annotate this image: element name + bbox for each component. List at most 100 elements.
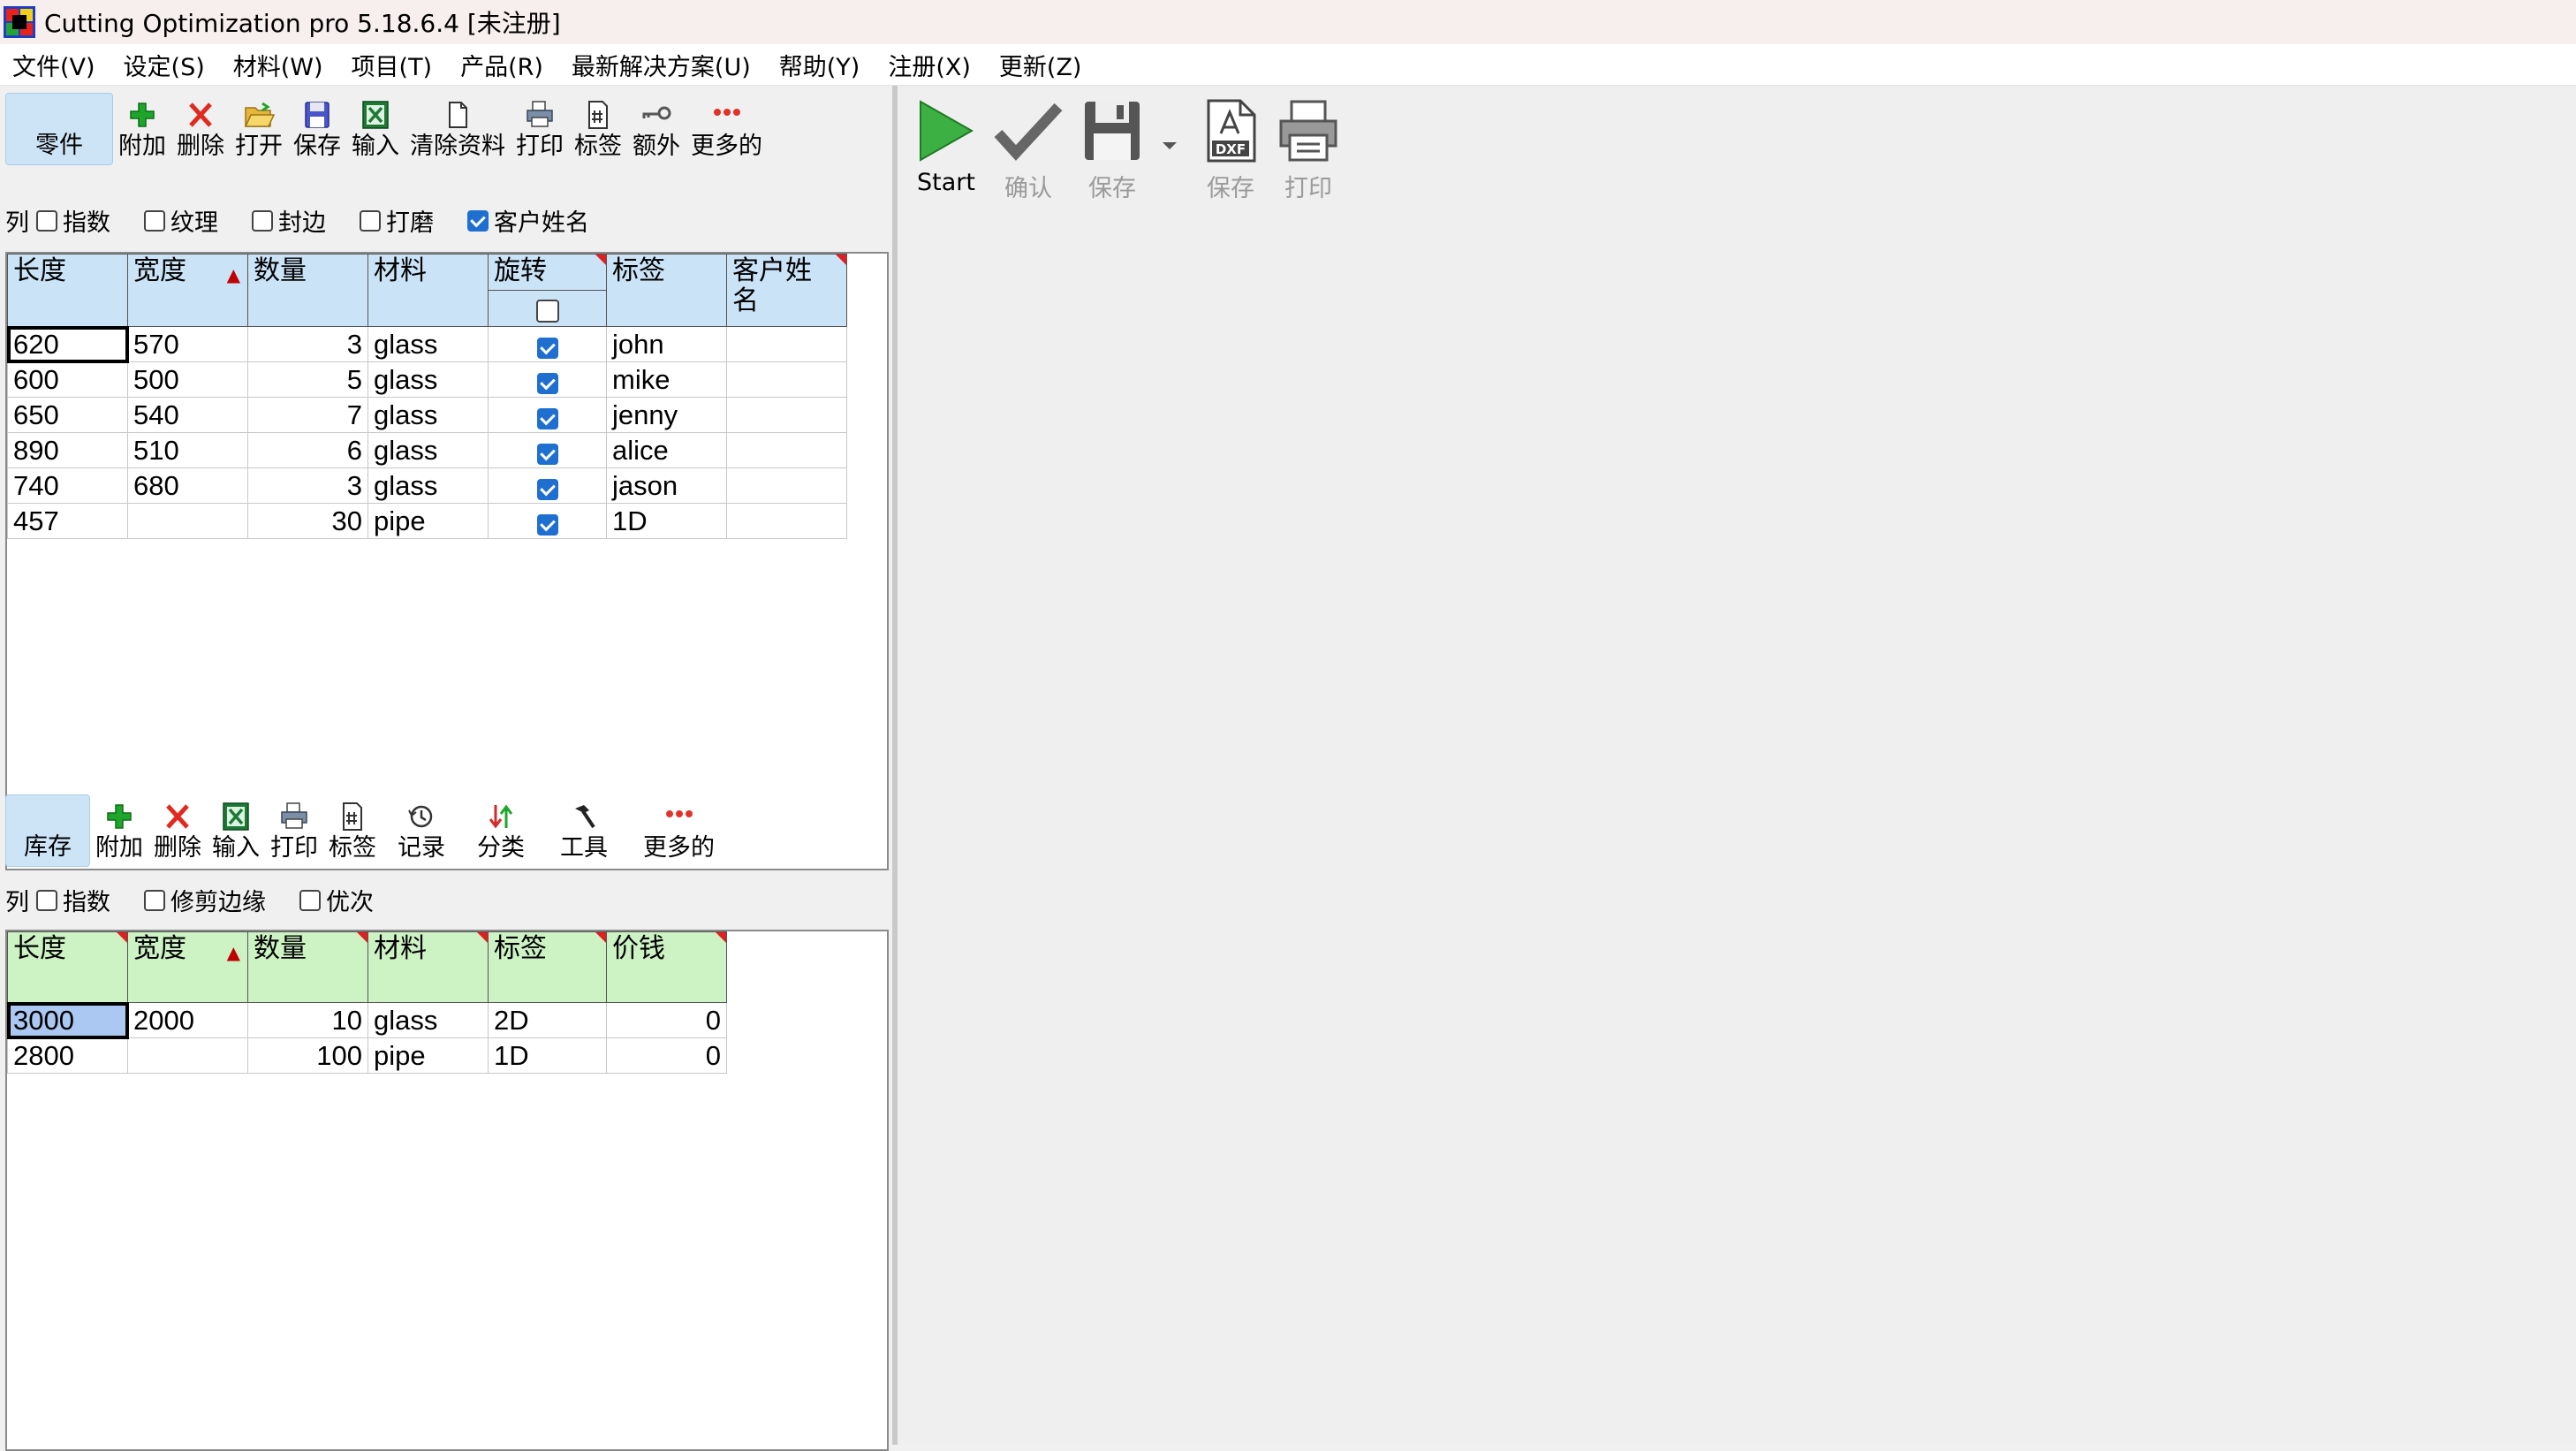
checkbox[interactable] [144, 209, 165, 232]
start-button[interactable]: Start [915, 98, 977, 196]
cell-quantity[interactable]: 30 [247, 503, 368, 539]
menu-help[interactable]: 帮助(Y) [765, 48, 875, 82]
stock-print-button[interactable]: 打印 [265, 794, 323, 867]
cell-length[interactable]: 620 [6, 325, 129, 363]
menu-file[interactable]: 文件(V) [0, 48, 110, 82]
menu-latest-solution[interactable]: 最新解决方案(U) [557, 48, 765, 82]
header-quantity[interactable]: 数量 [247, 931, 368, 1003]
stock-delete-button[interactable]: 删除 [148, 794, 207, 867]
cell-rotate[interactable] [488, 397, 607, 433]
cell-material[interactable]: glass [367, 326, 489, 362]
stock-tools-button[interactable]: 工具 [541, 794, 627, 867]
checkbox[interactable] [144, 889, 165, 911]
cell-quantity[interactable]: 3 [247, 326, 368, 362]
cell-material[interactable]: glass [367, 397, 489, 433]
option-trim-edges[interactable]: 修剪边缘 [144, 883, 266, 917]
cell-rotate[interactable] [488, 503, 607, 539]
cell-length[interactable]: 3000 [6, 1001, 129, 1039]
cell-rotate[interactable] [488, 467, 607, 504]
print-result-button[interactable]: 打印 [1276, 98, 1341, 203]
option-grain[interactable]: 纹理 [144, 203, 218, 238]
cell-material[interactable]: pipe [367, 1037, 489, 1074]
rotate-checkbox[interactable] [536, 407, 558, 429]
option-index[interactable]: 指数 [36, 883, 110, 917]
rotate-checkbox[interactable] [536, 337, 558, 359]
cell-width[interactable]: 500 [127, 361, 248, 398]
menu-product[interactable]: 产品(R) [446, 48, 557, 82]
header-label[interactable]: 标签 [606, 254, 727, 327]
rotate-checkbox[interactable] [536, 478, 558, 500]
cell-width[interactable]: 540 [127, 397, 248, 433]
cell-customer[interactable] [726, 503, 847, 539]
cell-rotate[interactable] [488, 326, 607, 362]
header-price[interactable]: 价钱 [606, 931, 727, 1003]
cell-label[interactable]: 2D [488, 1002, 607, 1038]
cell-quantity[interactable]: 10 [247, 1002, 368, 1038]
stock-record-button[interactable]: 记录 [382, 794, 461, 867]
cell-quantity[interactable]: 100 [247, 1037, 368, 1074]
checkbox[interactable] [252, 209, 273, 232]
cell-price[interactable]: 0 [606, 1002, 727, 1038]
checkbox-checked[interactable] [467, 209, 489, 232]
menu-settings[interactable]: 设定(S) [110, 48, 219, 82]
stock-import-button[interactable]: 输入 [207, 794, 265, 867]
cell-length[interactable]: 457 [7, 503, 128, 539]
header-width[interactable]: 宽度 ▲ [127, 254, 248, 327]
checkbox[interactable] [299, 889, 321, 911]
cell-width[interactable]: 510 [127, 432, 248, 468]
parts-open-button[interactable]: 打开 [230, 93, 288, 165]
cell-label[interactable]: alice [606, 432, 727, 468]
cell-material[interactable]: glass [367, 361, 489, 398]
parts-extra-button[interactable]: 额外 [627, 93, 686, 165]
cell-material[interactable]: pipe [367, 503, 489, 539]
cell-rotate[interactable] [488, 432, 607, 468]
parts-print-button[interactable]: 打印 [511, 93, 569, 165]
cell-length[interactable]: 600 [7, 361, 128, 398]
menu-materials[interactable]: 材料(W) [219, 48, 337, 82]
checkbox[interactable] [360, 209, 381, 232]
cell-width[interactable] [127, 1037, 248, 1074]
cell-customer[interactable] [726, 326, 847, 362]
cell-material[interactable]: glass [367, 432, 489, 468]
rotate-checkbox[interactable] [536, 372, 558, 394]
parts-add-button[interactable]: 附加 [113, 93, 171, 165]
cell-width[interactable]: 680 [127, 467, 248, 504]
cell-label[interactable]: 1D [606, 503, 727, 539]
parts-clear-button[interactable]: 清除资料 [405, 93, 511, 165]
cell-material[interactable]: glass [367, 467, 489, 504]
header-quantity[interactable]: 数量 [247, 254, 368, 327]
cell-quantity[interactable]: 6 [247, 432, 368, 468]
cell-price[interactable]: 0 [606, 1037, 727, 1074]
rotate-all-checkbox[interactable] [535, 300, 559, 323]
stock-sort-button[interactable]: 分类 [461, 794, 541, 867]
parts-more-button[interactable]: 更多的 [686, 93, 768, 165]
header-material[interactable]: 材料 [367, 254, 489, 327]
stock-add-button[interactable]: 附加 [90, 794, 148, 867]
stock-tab-button[interactable]: 库存 [5, 794, 90, 867]
parts-delete-button[interactable]: 删除 [171, 93, 230, 165]
cell-length[interactable]: 890 [7, 432, 128, 468]
option-customer-name[interactable]: 客户姓名 [467, 203, 589, 238]
option-index[interactable]: 指数 [36, 203, 110, 238]
rotate-checkbox[interactable] [536, 513, 558, 536]
menu-register[interactable]: 注册(X) [874, 48, 985, 82]
cell-quantity[interactable]: 5 [247, 361, 368, 398]
cell-label[interactable]: jason [606, 467, 727, 504]
header-width[interactable]: 宽度 ▲ [127, 931, 248, 1003]
cell-customer[interactable] [726, 467, 847, 504]
cell-quantity[interactable]: 7 [247, 397, 368, 433]
cell-width[interactable] [127, 503, 248, 539]
rotate-checkbox[interactable] [536, 443, 558, 465]
parts-save-button[interactable]: 保存 [288, 93, 346, 165]
option-edge-banding[interactable]: 封边 [252, 203, 326, 238]
menu-update[interactable]: 更新(Z) [985, 48, 1096, 82]
cell-customer[interactable] [726, 432, 847, 468]
cell-material[interactable]: glass [367, 1002, 489, 1038]
stock-more-button[interactable]: 更多的 [627, 794, 720, 867]
parts-import-button[interactable]: 输入 [346, 93, 405, 165]
header-length[interactable]: 长度 [7, 931, 128, 1003]
save-dropdown-button[interactable] [1161, 98, 1178, 151]
option-grinding[interactable]: 打磨 [360, 203, 434, 238]
cell-label[interactable]: mike [606, 361, 727, 398]
checkbox[interactable] [36, 209, 57, 232]
